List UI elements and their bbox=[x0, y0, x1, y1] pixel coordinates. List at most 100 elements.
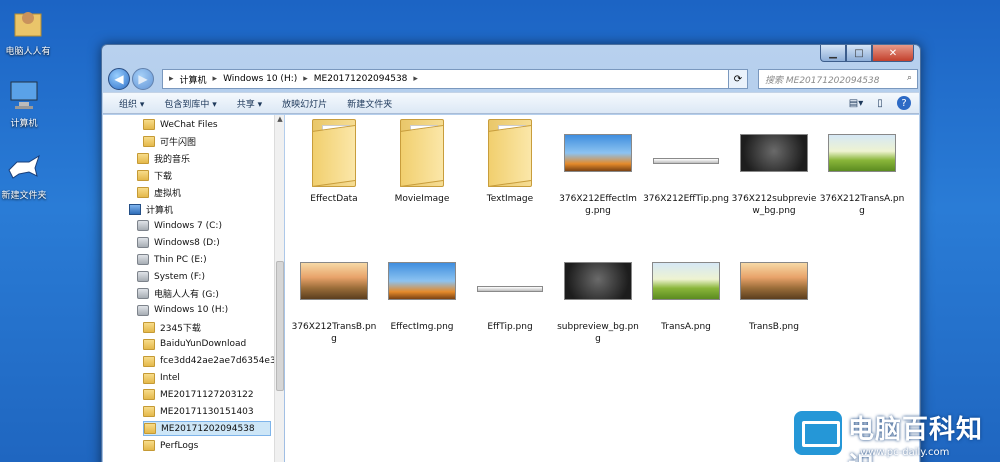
folder-icon bbox=[488, 119, 532, 187]
refresh-button[interactable]: ⟳ bbox=[728, 69, 748, 89]
tree-item-label: PerfLogs bbox=[160, 440, 199, 451]
tree-item[interactable]: Windows 7 (C:) bbox=[137, 218, 222, 233]
back-button[interactable]: ◀ bbox=[108, 68, 130, 90]
tree-item[interactable]: ME20171130151403 bbox=[143, 404, 254, 419]
desktop-icon-new-folder[interactable]: 新建文件夹 bbox=[0, 150, 52, 201]
explorer-window: ▁ □ ✕ ◀ ▶ ▸ 计算机 ▸ Windows 10 (H:) ▸ ME20… bbox=[101, 44, 921, 462]
folder-icon bbox=[143, 355, 155, 367]
minimize-button[interactable]: ▁ bbox=[820, 45, 846, 62]
folder-item[interactable]: MovieImage bbox=[379, 119, 465, 205]
breadcrumb-computer[interactable]: 计算机 bbox=[180, 73, 207, 86]
image-file-item[interactable]: 376X212subpreview_bg.png bbox=[731, 119, 817, 217]
tree-item-label: fce3dd42ae2ae7d6354e32 bbox=[160, 356, 275, 367]
search-placeholder: 搜索 ME20171202094538 bbox=[765, 75, 880, 86]
maximize-button[interactable]: □ bbox=[846, 45, 872, 62]
refresh-icon: ⟳ bbox=[733, 73, 743, 85]
image-thumbnail bbox=[467, 247, 553, 315]
tree-item[interactable]: PerfLogs bbox=[143, 438, 198, 453]
image-thumbnail bbox=[643, 247, 729, 315]
breadcrumb-drive[interactable]: Windows 10 (H:) bbox=[223, 74, 297, 84]
breadcrumb-folder[interactable]: ME20171202094538 bbox=[314, 74, 408, 84]
image-file-item[interactable]: TransA.png bbox=[643, 247, 729, 333]
folder-icon bbox=[143, 135, 155, 147]
tree-item[interactable]: 2345下载 bbox=[143, 320, 201, 335]
desktop-icon-label: 新建文件夹 bbox=[1, 191, 47, 201]
image-file-item[interactable]: TransB.png bbox=[731, 247, 817, 333]
tree-item[interactable]: System (F:) bbox=[137, 269, 205, 284]
file-name: TransA.png bbox=[661, 322, 711, 332]
tree-item-label: Windows 7 (C:) bbox=[154, 220, 222, 231]
breadcrumb-separator-icon: ▸ bbox=[413, 74, 418, 84]
image-file-item[interactable]: EffectImg.png bbox=[379, 247, 465, 333]
file-name: 376X212TransB.png bbox=[291, 322, 377, 344]
tree-item[interactable]: BaiduYunDownload bbox=[143, 337, 246, 352]
tree-item-label: 下载 bbox=[154, 171, 173, 182]
image-file-item[interactable]: EffTip.png bbox=[467, 247, 553, 333]
scrollbar-thumb[interactable] bbox=[276, 261, 284, 391]
folder-icon bbox=[143, 406, 155, 418]
folder-item[interactable]: EffectData bbox=[291, 119, 377, 205]
tree-item[interactable]: 计算机 bbox=[129, 202, 173, 217]
view-options-icon[interactable]: ▤▾ bbox=[849, 96, 863, 110]
tree-item[interactable]: 可牛闪图 bbox=[143, 134, 196, 149]
tree-item[interactable]: Windows 10 (H:) bbox=[137, 303, 228, 318]
pc-icon bbox=[129, 203, 141, 215]
desktop-icon-computer[interactable]: 计算机 bbox=[0, 78, 52, 129]
image-file-item[interactable]: subpreview_bg.png bbox=[555, 247, 641, 345]
share-button[interactable]: 共享 ▾ bbox=[237, 97, 262, 110]
file-name: EffTip.png bbox=[487, 322, 533, 332]
file-name: 376X212subpreview_bg.png bbox=[731, 194, 817, 216]
search-input[interactable]: 搜索 ME20171202094538 ⌕ bbox=[758, 69, 918, 89]
computer-icon bbox=[7, 78, 41, 112]
slideshow-button[interactable]: 放映幻灯片 bbox=[282, 97, 327, 110]
tree-item[interactable]: Windows8 (D:) bbox=[137, 235, 220, 250]
tree-item[interactable]: fce3dd42ae2ae7d6354e32 bbox=[143, 354, 275, 369]
address-bar[interactable]: ▸ 计算机 ▸ Windows 10 (H:) ▸ ME201712020945… bbox=[162, 69, 742, 89]
navigation-scrollbar[interactable]: ▲ ▼ bbox=[274, 115, 284, 462]
file-name: EffectData bbox=[310, 194, 358, 204]
image-file-item[interactable]: 376X212TransA.png bbox=[819, 119, 905, 217]
include-in-library-button[interactable]: 包含到库中 ▾ bbox=[164, 97, 216, 110]
image-thumbnail bbox=[555, 247, 641, 315]
drive-icon bbox=[137, 271, 149, 283]
help-icon[interactable]: ? bbox=[897, 96, 911, 110]
tree-item-label: System (F:) bbox=[154, 271, 205, 282]
folder-icon bbox=[144, 423, 156, 435]
preview-pane-icon[interactable]: ▯ bbox=[873, 96, 887, 110]
thumbnail-image bbox=[652, 262, 720, 300]
image-file-item[interactable]: 376X212EffTip.png bbox=[643, 119, 729, 205]
folder-icon bbox=[137, 186, 149, 198]
tree-item[interactable]: 虚拟机 bbox=[137, 185, 181, 200]
tree-item[interactable]: 下载 bbox=[137, 168, 172, 183]
tree-item-label: 可牛闪图 bbox=[160, 137, 197, 148]
folder-icon bbox=[143, 338, 155, 350]
forward-arrow-icon: ▶ bbox=[138, 72, 148, 86]
desktop-icon-user-folder[interactable]: 电脑人人有 bbox=[0, 6, 56, 57]
close-button[interactable]: ✕ bbox=[872, 45, 914, 62]
thumbnail-image bbox=[740, 262, 808, 300]
forward-button[interactable]: ▶ bbox=[132, 68, 154, 90]
tree-item[interactable]: Intel bbox=[143, 371, 180, 386]
tree-item[interactable]: ME20171127203122 bbox=[143, 387, 254, 402]
breadcrumb-separator-icon: ▸ bbox=[212, 74, 218, 84]
tree-item[interactable]: 我的音乐 bbox=[137, 151, 190, 166]
tree-item[interactable]: 电脑人人有 (G:) bbox=[137, 286, 219, 301]
image-thumbnail bbox=[819, 119, 905, 187]
image-file-item[interactable]: 376X212Effectlmg.png bbox=[555, 119, 641, 217]
tiger-icon bbox=[7, 150, 41, 184]
tree-item[interactable]: Thin PC (E:) bbox=[137, 252, 207, 267]
tree-item[interactable]: WeChat Files bbox=[143, 117, 218, 132]
drive-icon bbox=[137, 254, 149, 266]
thumbnail-image bbox=[653, 158, 719, 164]
scroll-up-icon[interactable]: ▲ bbox=[275, 115, 285, 125]
file-name: EffectImg.png bbox=[390, 322, 454, 332]
file-name: 376X212EffTip.png bbox=[643, 194, 729, 204]
drive-icon bbox=[137, 288, 149, 299]
organize-button[interactable]: 组织 ▾ bbox=[119, 97, 144, 110]
watermark-url: www.pc-daily.com bbox=[860, 447, 950, 458]
drive-icon bbox=[137, 237, 149, 249]
new-folder-button[interactable]: 新建文件夹 bbox=[347, 97, 392, 110]
tree-item[interactable]: ME20171202094538 bbox=[143, 421, 271, 437]
folder-item[interactable]: TextImage bbox=[467, 119, 553, 205]
image-file-item[interactable]: 376X212TransB.png bbox=[291, 247, 377, 345]
